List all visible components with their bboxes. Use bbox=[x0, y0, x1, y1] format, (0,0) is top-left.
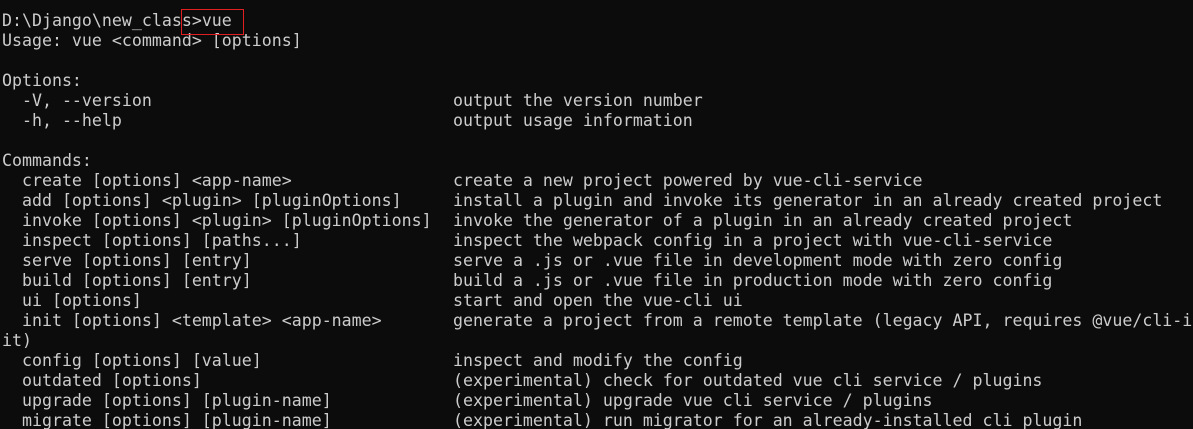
command-row-name: migrate [options] [plugin-name] bbox=[2, 411, 332, 429]
command-row-description: inspect the webpack config in a project … bbox=[453, 231, 1053, 250]
terminal-window[interactable]: D:\Django\new_class>vue Usage: vue <comm… bbox=[0, 0, 1193, 429]
command-row: outdated [options] (experimental) check f… bbox=[2, 371, 1193, 391]
command-row-name: inspect [options] [paths...] bbox=[2, 231, 302, 250]
command-row: build [options] [entry] build a .js or .v… bbox=[2, 271, 1193, 291]
command-row-description: install a plugin and invoke its generato… bbox=[453, 191, 1163, 210]
command-row: create [options] <app-name> create a new … bbox=[2, 171, 1193, 191]
command-row-name: outdated [options] bbox=[2, 371, 202, 390]
command-row: upgrade [options] [plugin-name] (experime… bbox=[2, 391, 1193, 411]
option-row-description: output the version number bbox=[453, 91, 703, 110]
command-row-name: upgrade [options] [plugin-name] bbox=[2, 391, 332, 410]
command-row: init [options] <template> <app-name> gene… bbox=[2, 311, 1193, 331]
option-row-description: output usage information bbox=[453, 111, 693, 130]
commands-list: create [options] <app-name> create a new … bbox=[2, 171, 1193, 331]
command-row: invoke [options] <plugin> [pluginOptions… bbox=[2, 211, 1193, 231]
command-row-description: inspect and modify the config bbox=[453, 351, 743, 370]
command-row: migrate [options] [plugin-name] (experime… bbox=[2, 411, 1193, 429]
command-row: inspect [options] [paths...] inspect the … bbox=[2, 231, 1193, 251]
command-row: add [options] <plugin> [pluginOptions] in… bbox=[2, 191, 1193, 211]
option-row-name: -h, --help bbox=[2, 111, 122, 130]
option-row: -V, --version output the version number bbox=[2, 91, 1193, 111]
usage-line: Usage: vue <command> [options] bbox=[2, 31, 302, 50]
typed-command: vue bbox=[201, 11, 232, 30]
command-row-description: serve a .js or .vue file in development … bbox=[453, 251, 1063, 270]
terminal-output: D:\Django\new_class>vue Usage: vue <comm… bbox=[2, 11, 1193, 429]
command-row-name: invoke [options] <plugin> [pluginOptions… bbox=[2, 211, 432, 230]
command-row-description: (experimental) upgrade vue cli service /… bbox=[453, 391, 933, 410]
commands-header: Commands: bbox=[2, 151, 92, 170]
command-row-name: init [options] <template> <app-name> bbox=[2, 311, 382, 330]
command-row-description: create a new project powered by vue-cli-… bbox=[453, 171, 923, 190]
command-row-description: (experimental) run migrator for an alrea… bbox=[453, 411, 1083, 429]
command-row-description: (experimental) check for outdated vue cl… bbox=[453, 371, 1043, 390]
command-row-name: serve [options] [entry] bbox=[2, 251, 252, 270]
command-row-description: invoke the generator of a plugin in an a… bbox=[453, 211, 1073, 230]
command-row: ui [options] start and open the vue-cli u… bbox=[2, 291, 1193, 311]
option-row-name: -V, --version bbox=[2, 91, 152, 110]
command-row-description: start and open the vue-cli ui bbox=[453, 291, 743, 310]
command-row-name: add [options] <plugin> [pluginOptions] bbox=[2, 191, 402, 210]
wrapped-continuation: it) bbox=[2, 331, 32, 350]
prompt-path: D:\Django\new_class> bbox=[2, 11, 202, 30]
command-row-description: generate a project from a remote templat… bbox=[453, 311, 1193, 330]
command-row: config [options] [value] inspect and modi… bbox=[2, 351, 1193, 371]
command-row-name: ui [options] bbox=[2, 291, 142, 310]
command-row-name: config [options] [value] bbox=[2, 351, 262, 370]
commands-more-list: config [options] [value] inspect and modi… bbox=[2, 351, 1193, 429]
options-list: -V, --version output the version number -… bbox=[2, 91, 1193, 131]
prompt-line: D:\Django\new_class>vue bbox=[2, 11, 1193, 31]
command-row-name: create [options] <app-name> bbox=[2, 171, 292, 190]
command-row-name: build [options] [entry] bbox=[2, 271, 252, 290]
command-row: serve [options] [entry] serve a .js or .v… bbox=[2, 251, 1193, 271]
options-header: Options: bbox=[2, 71, 82, 90]
option-row: -h, --help output usage information bbox=[2, 111, 1193, 131]
command-row-description: build a .js or .vue file in production m… bbox=[453, 271, 1053, 290]
